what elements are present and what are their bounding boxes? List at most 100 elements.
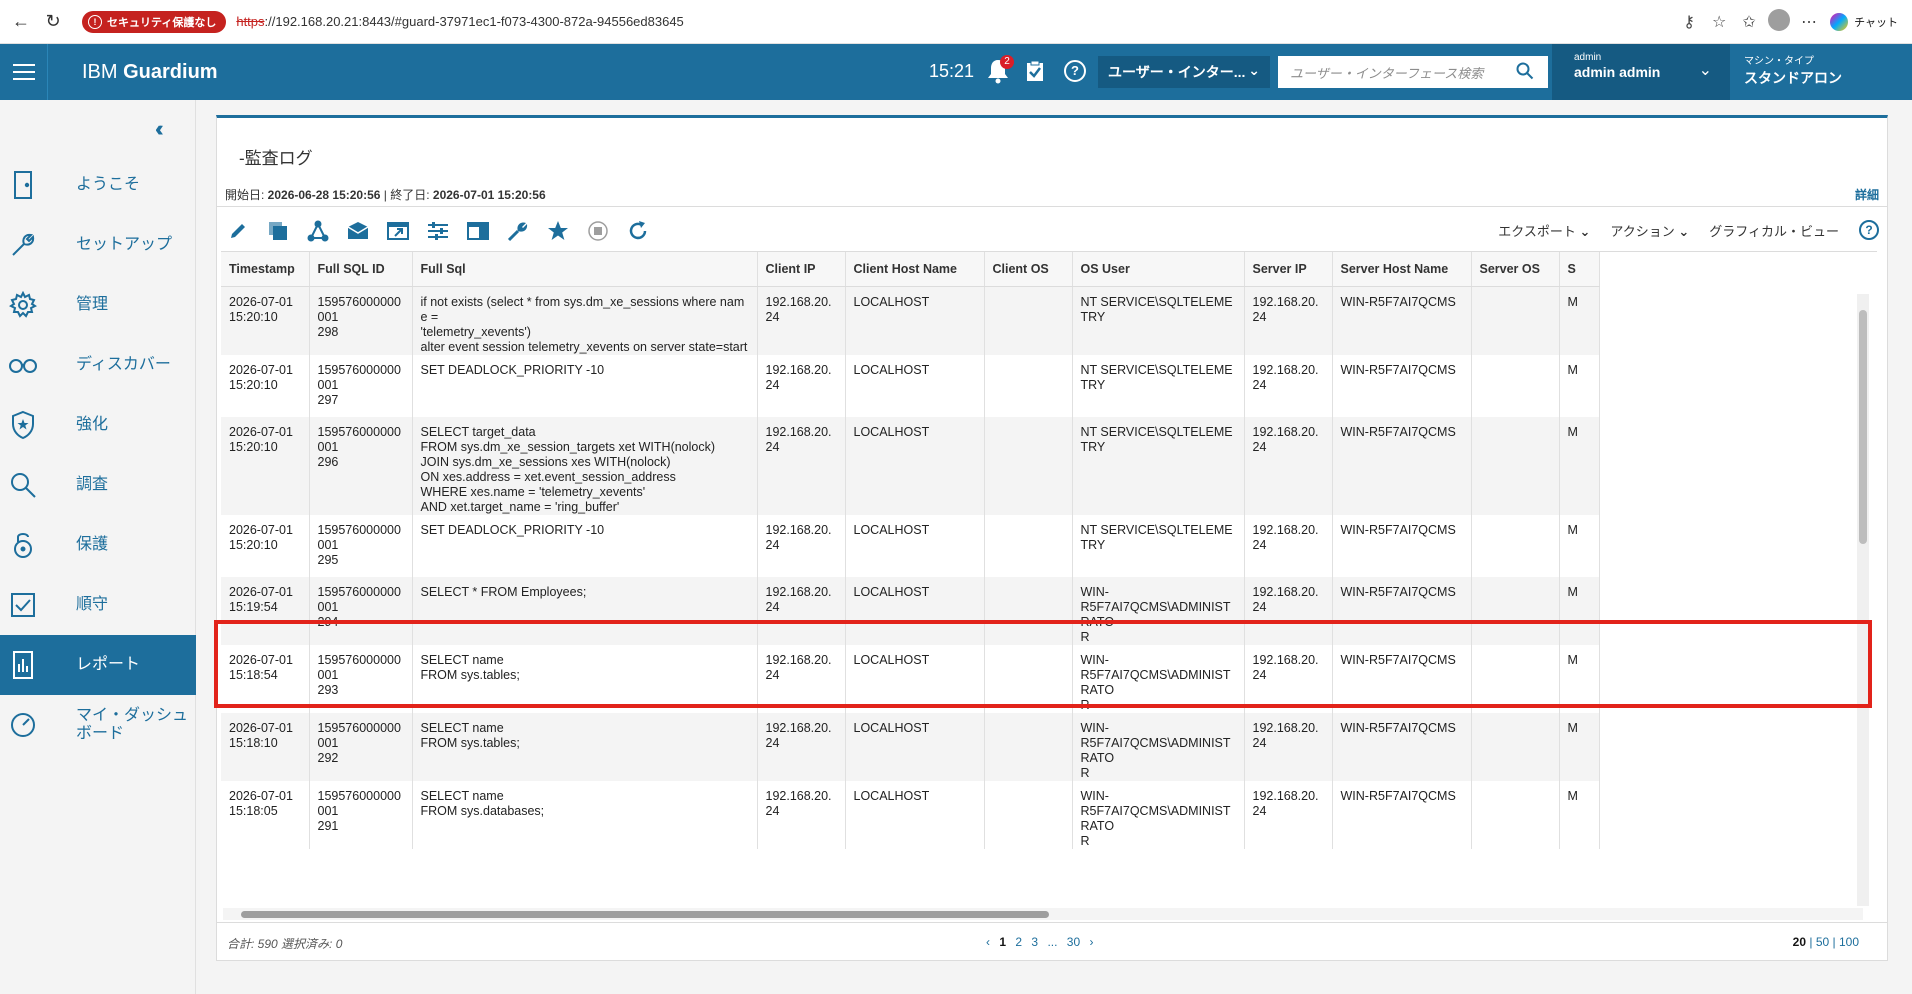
audit-log-table: Timestamp Full SQL ID Full Sql Client IP Cli… — [221, 251, 1877, 905]
prev-page-icon[interactable]: ‹ — [986, 935, 990, 949]
address-bar[interactable]: https://192.168.20.21:8443/#guard-37971e… — [236, 14, 683, 29]
table-row[interactable]: 2026-07-01 15:20:10 159576000000001 295 SE… — [221, 514, 1600, 577]
table-cell-s: M — [1559, 286, 1600, 355]
table-cell-osuser: NT SERVICE\SQLTELEMETRY — [1072, 514, 1245, 577]
sidebar-item-label: レポート — [76, 656, 141, 673]
pagination: ‹ 1 2 3 ... 30 › — [983, 935, 1097, 949]
table-cell-ts: 2026-07-01 15:18:05 — [221, 780, 310, 849]
action-dropdown[interactable]: アクション — [1610, 221, 1689, 240]
more-icon[interactable]: ⋯ — [1794, 12, 1824, 32]
table-cell-chost: LOCALHOST — [845, 780, 985, 849]
sidebar-item-my-dashboard[interactable]: マイ・ダッシュボード — [0, 695, 196, 755]
page-link[interactable]: 2 — [1015, 935, 1022, 949]
page-link[interactable]: 1 — [999, 935, 1006, 949]
table-cell-sql: SELECT target_data FROM sys.dm_xe_sessio… — [412, 416, 758, 515]
highlight-box — [214, 620, 1872, 708]
vertical-scrollbar[interactable] — [1857, 294, 1869, 906]
profile-button[interactable] — [1764, 8, 1794, 36]
hierarchy-icon[interactable] — [305, 218, 331, 244]
scrollbar-thumb[interactable] — [1859, 310, 1867, 544]
ui-search-input[interactable]: ユーザー・インターフェース検索 — [1278, 56, 1548, 88]
table-cell-sip: 192.168.20.24 — [1244, 286, 1333, 355]
column-header[interactable]: Timestamp — [221, 252, 310, 287]
table-cell-osuser: WIN- R5F7AI7QCMS\ADMINISTRATO R — [1072, 780, 1245, 849]
help-icon[interactable]: ? — [1064, 60, 1086, 82]
warning-shield-icon: ! — [88, 14, 102, 29]
gear-icon — [8, 290, 38, 320]
table-row[interactable]: 2026-07-01 15:20:10 159576000000001 296 SE… — [221, 416, 1600, 515]
page-size-option[interactable]: 50 — [1816, 935, 1829, 949]
wrench-icon[interactable] — [505, 218, 531, 244]
ui-type-select[interactable]: ユーザー・インター... ⌄ — [1098, 56, 1270, 88]
horizontal-scrollbar[interactable] — [223, 908, 1863, 920]
column-header[interactable]: Full Sql — [412, 252, 758, 287]
sidebar-item-reports[interactable]: レポート — [0, 635, 196, 695]
page-size-option[interactable]: 20 — [1793, 935, 1806, 949]
columns-icon[interactable] — [465, 218, 491, 244]
sidebar-item-protect[interactable]: 保護 — [0, 515, 196, 575]
edit-pencil-icon[interactable] — [225, 218, 251, 244]
sidebar-item-investigate[interactable]: 調査 — [0, 455, 196, 515]
chevron-down-icon: ⌄ — [1248, 62, 1260, 78]
mail-icon[interactable] — [345, 218, 371, 244]
column-header[interactable]: Client OS — [984, 252, 1073, 287]
sidebar-item-admin[interactable]: 管理 — [0, 275, 196, 335]
user-menu[interactable]: admin admin admin ⌄ — [1552, 44, 1730, 100]
sidebar-item-discover[interactable]: ディスカバー — [0, 335, 196, 395]
column-header[interactable]: S — [1559, 252, 1600, 287]
reload-icon[interactable]: ↻ — [42, 11, 64, 33]
column-header[interactable]: Client IP — [757, 252, 846, 287]
sidebar-item-welcome[interactable]: ようこそ — [0, 155, 196, 215]
filter-sliders-icon[interactable] — [425, 218, 451, 244]
page-size-option[interactable]: 100 — [1839, 935, 1859, 949]
export-dropdown[interactable]: エクスポート — [1498, 221, 1590, 240]
column-header[interactable]: Server IP — [1244, 252, 1333, 287]
scrollbar-thumb[interactable] — [241, 911, 1049, 918]
column-header[interactable]: Client Host Name — [845, 252, 985, 287]
notifications-bell-icon[interactable]: 2 — [986, 55, 1014, 84]
table-cell-cip: 192.168.20.24 — [757, 712, 846, 781]
graphical-view-link[interactable]: グラフィカル・ビュー — [1709, 221, 1839, 240]
next-page-icon[interactable]: › — [1090, 935, 1094, 949]
refresh-icon[interactable] — [625, 218, 651, 244]
clipboard-check-icon[interactable] — [1026, 60, 1044, 82]
star-icon[interactable]: ☆ — [1704, 12, 1734, 32]
chat-button[interactable]: チャット — [1830, 13, 1898, 31]
page-link[interactable]: 30 — [1067, 935, 1080, 949]
table-row[interactable]: 2026-07-01 15:18:05 159576000000001 291 SE… — [221, 780, 1600, 849]
column-header[interactable]: Full SQL ID — [309, 252, 413, 287]
table-row[interactable]: 2026-07-01 15:20:10 159576000000001 297 SE… — [221, 354, 1600, 417]
table-cell-shost: WIN-R5F7AI7QCMS — [1332, 354, 1472, 417]
table-row[interactable]: 2026-07-01 15:18:10 159576000000001 292 SE… — [221, 712, 1600, 781]
sidebar-item-label: 調査 — [76, 476, 109, 493]
star-icon[interactable] — [545, 218, 571, 244]
sidebar-item-setup[interactable]: セットアップ — [0, 215, 196, 275]
copy-icon[interactable] — [265, 218, 291, 244]
table-cell-osuser: NT SERVICE\SQLTELEMETRY — [1072, 416, 1245, 515]
column-header[interactable]: Server Host Name — [1332, 252, 1472, 287]
table-cell-chost: LOCALHOST — [845, 712, 985, 781]
security-badge[interactable]: ! セキュリティ保護なし — [82, 10, 227, 33]
column-header[interactable]: OS User — [1072, 252, 1245, 287]
stop-icon[interactable] — [585, 218, 611, 244]
search-icon[interactable] — [1516, 62, 1534, 80]
key-icon[interactable]: ⚷ — [1674, 12, 1704, 32]
collapse-sidebar-icon[interactable]: ‹‹ — [155, 116, 163, 142]
sidebar-item-harden[interactable]: 強化 — [0, 395, 196, 455]
details-link[interactable]: 詳細 — [1855, 186, 1879, 203]
column-header[interactable]: Server OS — [1471, 252, 1560, 287]
table-row[interactable]: 2026-07-01 15:20:10 159576000000001 298 if… — [221, 286, 1600, 355]
search-placeholder: ユーザー・インターフェース検索 — [1290, 65, 1484, 81]
table-cell-cos — [984, 416, 1073, 515]
record-count: 合計: 590 選択済み: 0 — [227, 937, 343, 951]
table-cell-sos — [1471, 416, 1560, 515]
sidebar-item-comply[interactable]: 順守 — [0, 575, 196, 635]
favorites-icon[interactable]: ✩ — [1734, 12, 1764, 32]
back-arrow-icon[interactable]: ← — [10, 11, 32, 33]
table-cell-cip: 192.168.20.24 — [757, 354, 846, 417]
table-cell-sos — [1471, 514, 1560, 577]
page-link[interactable]: 3 — [1031, 935, 1038, 949]
help-icon[interactable]: ? — [1859, 220, 1879, 240]
open-window-icon[interactable] — [385, 218, 411, 244]
hamburger-menu-icon[interactable] — [0, 44, 48, 100]
